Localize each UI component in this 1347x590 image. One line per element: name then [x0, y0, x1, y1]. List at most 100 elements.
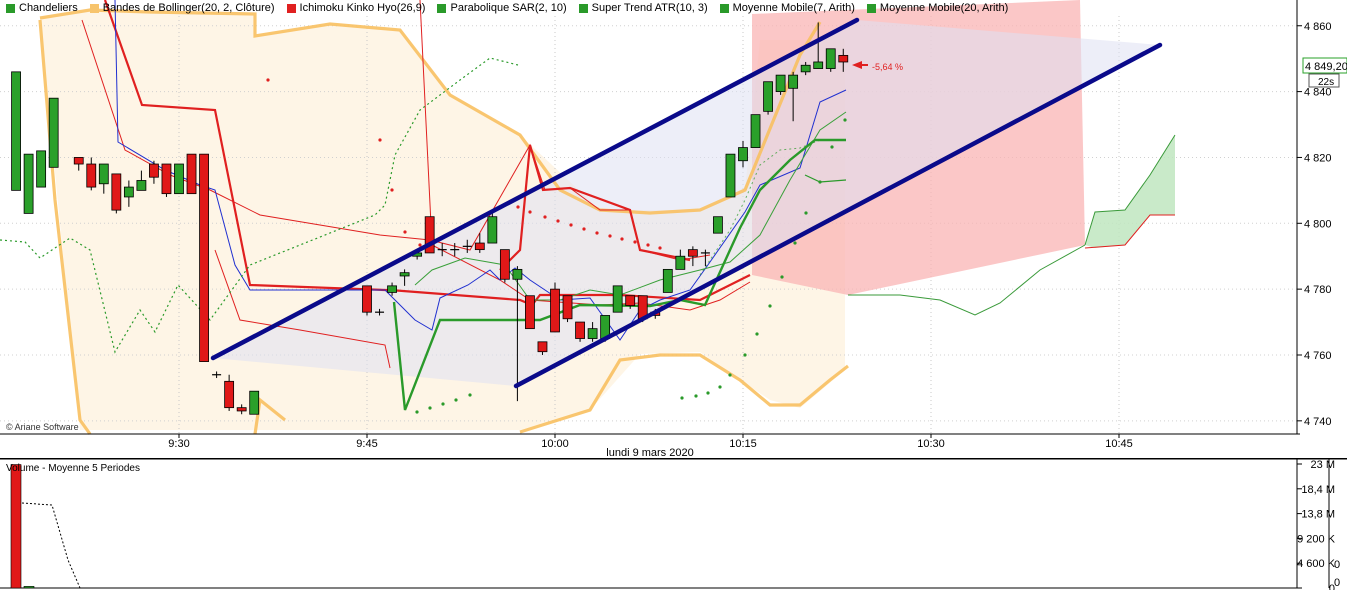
legend-swatch — [866, 3, 876, 13]
candle-body — [86, 163, 97, 188]
change-label: -5,64 % — [872, 62, 903, 72]
candle-body — [662, 268, 673, 293]
candle-body — [474, 242, 485, 251]
date-label: lundi 9 mars 2020 — [606, 447, 693, 459]
sar-dot — [556, 219, 560, 223]
sar-dot — [818, 180, 822, 184]
sar-dot — [718, 385, 722, 389]
legend-label: Moyenne Mobile(20, Arith) — [879, 2, 1009, 14]
candle-body — [775, 74, 786, 92]
sar-dot — [418, 243, 422, 247]
candle-body — [499, 249, 510, 280]
legend-item: Chandeliers — [6, 2, 78, 14]
price-badge: 4 849,20 — [1302, 57, 1347, 74]
sar-dot — [755, 332, 759, 336]
candle-body — [73, 157, 84, 165]
legend-swatch — [6, 3, 15, 13]
y-tick-label: 4 860 — [1304, 21, 1332, 33]
candle-body — [186, 153, 197, 195]
candle-body — [763, 81, 773, 112]
candle-body — [587, 328, 598, 339]
legend-swatch — [89, 3, 99, 13]
candle-body — [136, 180, 147, 191]
sar-dot — [454, 398, 458, 402]
sar-dot — [843, 118, 847, 122]
sar-dot — [595, 231, 599, 235]
volume-y-tick-label: 4 600 K — [1297, 558, 1336, 570]
legend-swatch — [286, 3, 296, 13]
volume-bar — [10, 464, 22, 589]
candle-body — [249, 390, 260, 415]
sar-dot — [543, 215, 547, 219]
candle-body — [750, 114, 761, 148]
volume-right-tick-label: 0 — [1334, 559, 1340, 571]
candle-body — [362, 285, 372, 313]
sar-dot — [516, 205, 520, 209]
legend-item: Ichimoku Kinko Hyo(26,9) — [286, 2, 426, 14]
candle-body — [788, 74, 799, 89]
volume-bar — [23, 586, 35, 589]
candle-body — [48, 97, 59, 168]
volume-right-tick-label: 0 — [1334, 577, 1340, 589]
candle-body — [512, 268, 523, 280]
volume-y-tick-label: 18,4 M — [1301, 484, 1335, 496]
candle-body — [98, 163, 109, 185]
candle-body — [487, 216, 498, 244]
sar-dot — [390, 188, 394, 192]
sar-dot — [378, 138, 382, 142]
legend-swatch — [437, 3, 447, 13]
sar-dot — [608, 234, 612, 238]
timer-badge-text: 22s — [1318, 77, 1334, 88]
candle-body — [174, 163, 184, 195]
volume-title: Volume - Moyenne 5 Periodes — [6, 463, 140, 474]
timer-badge: 22s — [1308, 73, 1340, 88]
sar-dot — [780, 275, 784, 279]
candle-body — [738, 147, 748, 162]
x-tick-label: 10:15 — [729, 438, 757, 450]
sar-dot — [620, 237, 624, 241]
sar-dot — [706, 391, 710, 395]
candle-body — [562, 295, 573, 320]
y-tick-label: 4 760 — [1304, 350, 1332, 362]
volume-y-tick-label: 9 200 K — [1297, 533, 1336, 545]
sar-dot — [468, 393, 472, 397]
chart-legend: Chandeliers Bandes de Bollinger(20, 2, Cl… — [0, 0, 1014, 16]
legend-item: Super Trend ATR(10, 3) — [578, 2, 708, 14]
sar-dot — [441, 402, 445, 406]
sar-dot — [428, 406, 432, 410]
candle-body — [161, 163, 172, 195]
legend-label: Ichimoku Kinko Hyo(26,9) — [299, 2, 426, 14]
volume-y-tick-label: 13,8 M — [1301, 509, 1335, 521]
y-tick-label: 4 780 — [1304, 284, 1332, 296]
candle-body — [838, 54, 849, 63]
volume-y-tick-label: 23 M — [1311, 459, 1335, 471]
chart-canvas: 9:30 9:45 10:00 10:15 10:30 10:45 4 860 4 840 4 … — [0, 0, 1347, 590]
sar-dot — [528, 210, 532, 214]
sar-dot — [728, 373, 732, 377]
y-tick-label: 4 740 — [1304, 416, 1332, 428]
candle-body — [11, 71, 21, 191]
candle-body — [36, 150, 47, 188]
candle-body — [111, 173, 122, 211]
candle-body — [825, 48, 836, 69]
x-tick-label: 10:45 — [1105, 438, 1133, 450]
sar-dot — [658, 246, 662, 250]
candle-body — [575, 321, 585, 339]
candle-body — [399, 272, 410, 277]
sar-dot — [768, 304, 772, 308]
y-tick-label: 4 840 — [1304, 87, 1332, 99]
candle-body — [687, 249, 698, 257]
legend-label: Chandeliers — [19, 2, 78, 14]
legend-label: Bandes de Bollinger(20, 2, Clôture) — [102, 2, 275, 14]
x-tick-label: 10:30 — [917, 438, 945, 450]
candle-body — [199, 153, 209, 362]
sar-dot — [633, 240, 637, 244]
sar-dot — [569, 223, 573, 227]
candle-body — [23, 153, 34, 214]
candle-body — [800, 64, 811, 73]
sar-dot — [694, 394, 698, 398]
candle-body — [123, 186, 134, 198]
legend-label: Parabolique SAR(2, 10) — [450, 2, 567, 14]
sar-dot — [804, 211, 808, 215]
price-badge-text: 4 849,20 — [1305, 61, 1347, 73]
